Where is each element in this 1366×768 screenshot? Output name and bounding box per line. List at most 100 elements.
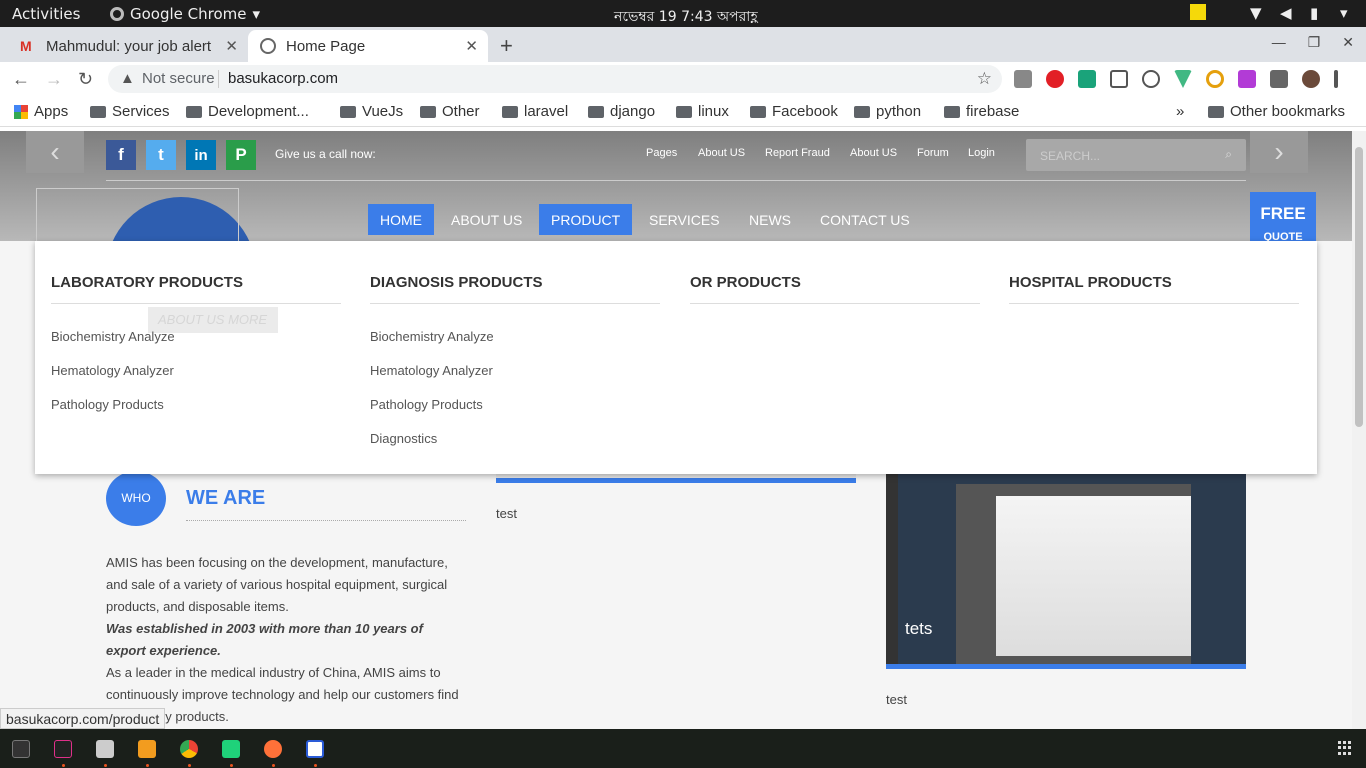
show-apps-icon[interactable]: [1338, 741, 1352, 755]
volume-icon[interactable]: ◀: [1280, 4, 1296, 22]
power-menu-icon[interactable]: ▾: [1340, 4, 1356, 22]
scrollbar-thumb[interactable]: [1355, 147, 1363, 427]
menu-link[interactable]: Pathology Products: [370, 397, 660, 413]
folder-icon: [676, 105, 692, 118]
back-arrow-icon[interactable]: ←: [12, 69, 30, 90]
nav-about-us[interactable]: ABOUT US: [439, 204, 534, 235]
search-icon[interactable]: ⌕: [1225, 147, 1232, 162]
bookmark-folder[interactable]: Development...: [186, 103, 309, 120]
notes-icon[interactable]: [1190, 4, 1206, 20]
sublime-text-icon[interactable]: [138, 740, 156, 758]
close-window-icon[interactable]: ✕: [1342, 34, 1354, 51]
extensions-puzzle-icon[interactable]: [1270, 70, 1288, 88]
pycharm-icon[interactable]: [222, 740, 240, 758]
menu-link[interactable]: Diagnostics: [370, 431, 660, 447]
bookmark-folder[interactable]: python: [854, 103, 921, 120]
security-label[interactable]: Not secure: [142, 70, 215, 87]
tab-title: Home Page: [286, 37, 366, 55]
top-link[interactable]: About US: [698, 147, 745, 159]
terminal-icon[interactable]: [12, 740, 30, 758]
bookmark-folder[interactable]: laravel: [502, 103, 568, 120]
bookmark-folder[interactable]: VueJs: [340, 103, 403, 120]
menu-link[interactable]: Hematology Analyzer: [51, 363, 341, 379]
column-heading[interactable]: LABORATORY PRODUCTS: [51, 274, 341, 304]
nav-home[interactable]: HOME: [368, 204, 434, 235]
twitter-icon[interactable]: t: [146, 140, 176, 170]
site-search-input[interactable]: SEARCH... ⌕: [1026, 139, 1246, 171]
system-tray[interactable]: ▼ ◀ ▮ ▾: [1190, 4, 1356, 22]
warning-icon[interactable]: ▲: [120, 70, 135, 87]
bookmark-folder[interactable]: firebase: [944, 103, 1019, 120]
url-text[interactable]: basukacorp.com: [228, 70, 338, 87]
facebook-icon[interactable]: f: [106, 140, 136, 170]
forward-arrow-icon[interactable]: →: [45, 69, 63, 90]
bookmark-folder[interactable]: Services: [90, 103, 170, 120]
about-paragraph: AMIS has been focusing on the developmen…: [106, 552, 466, 728]
adblock-icon[interactable]: [1046, 70, 1064, 88]
tab-gmail[interactable]: M Mahmudul: your job alert ✕: [8, 30, 248, 62]
colorzilla-icon[interactable]: [1206, 70, 1224, 88]
top-link[interactable]: Forum: [917, 147, 949, 159]
bookmarks-overflow-button[interactable]: »: [1176, 103, 1184, 120]
restore-icon[interactable]: ❐: [1308, 34, 1321, 51]
card-image[interactable]: tets: [886, 474, 1246, 664]
profile-avatar[interactable]: [1302, 70, 1320, 88]
pinterest-icon[interactable]: P: [226, 140, 256, 170]
close-tab-icon[interactable]: ✕: [225, 37, 238, 55]
code-icon[interactable]: [1142, 70, 1160, 88]
gmail-icon: M: [20, 38, 32, 54]
slider-next-arrow[interactable]: ›: [1250, 131, 1308, 173]
menu-link[interactable]: Biochemistry Analyze: [370, 329, 660, 345]
bookmark-folder[interactable]: Facebook: [750, 103, 838, 120]
vue-devtools-icon[interactable]: [1174, 70, 1192, 88]
vertical-scrollbar[interactable]: [1352, 131, 1366, 729]
caret-down-icon: ▾: [252, 5, 261, 23]
new-tab-button[interactable]: +: [500, 33, 513, 59]
reload-icon[interactable]: ↻: [78, 69, 93, 90]
address-bar[interactable]: ▲ Not secure basukacorp.com ☆: [108, 65, 1002, 93]
tab-home-page[interactable]: Home Page ✕: [248, 30, 488, 62]
other-bookmarks[interactable]: Other bookmarks: [1208, 103, 1345, 120]
column-heading[interactable]: HOSPITAL PRODUCTS: [1009, 274, 1299, 304]
text-editor-icon[interactable]: [306, 740, 324, 758]
menu-kebab-icon[interactable]: [1334, 70, 1338, 88]
bookmark-label: python: [876, 103, 922, 120]
camera-icon[interactable]: [1014, 70, 1032, 88]
folder-icon: [186, 105, 202, 118]
column-heading[interactable]: OR PRODUCTS: [690, 274, 980, 304]
menu-link[interactable]: Pathology Products: [51, 397, 341, 413]
menu-link[interactable]: Hematology Analyzer: [370, 363, 660, 379]
bookmark-folder[interactable]: Other: [420, 103, 480, 120]
top-link[interactable]: Pages: [646, 147, 677, 159]
battery-icon[interactable]: ▮: [1310, 4, 1326, 22]
top-link[interactable]: About US: [850, 147, 897, 159]
bookmark-folder[interactable]: linux: [676, 103, 729, 120]
nav-services[interactable]: SERVICES: [637, 204, 732, 235]
slider-prev-arrow[interactable]: ‹: [26, 131, 84, 173]
bookmark-folder[interactable]: django: [588, 103, 655, 120]
files-icon[interactable]: [96, 740, 114, 758]
chrome-icon[interactable]: [180, 740, 198, 758]
firefox-icon[interactable]: [264, 740, 282, 758]
linkedin-icon[interactable]: in: [186, 140, 216, 170]
activities-button[interactable]: Activities: [12, 5, 80, 23]
move-icon[interactable]: [1110, 70, 1128, 88]
column-heading[interactable]: DIAGNOSIS PRODUCTS: [370, 274, 660, 304]
app-menu[interactable]: Google Chrome ▾: [110, 5, 260, 23]
nav-contact-us[interactable]: CONTACT US: [808, 204, 922, 235]
tab-strip: M Mahmudul: your job alert ✕ Home Page ✕: [0, 27, 1366, 62]
bookmark-label: Services: [112, 103, 170, 120]
close-tab-icon[interactable]: ✕: [465, 37, 478, 55]
clock[interactable]: নভেম্বর 19 7:43 অপরাহ্ণ: [614, 5, 758, 29]
bookmark-star-icon[interactable]: ☆: [977, 69, 992, 89]
terminal-alt-icon[interactable]: [54, 740, 72, 758]
minimize-icon[interactable]: —: [1272, 34, 1286, 51]
mail-ext-icon[interactable]: [1078, 70, 1096, 88]
wifi-icon[interactable]: ▼: [1250, 4, 1266, 22]
color-picker-icon[interactable]: [1238, 70, 1256, 88]
nav-news[interactable]: NEWS: [737, 204, 803, 235]
top-link[interactable]: Login: [968, 147, 995, 159]
bookmark-apps[interactable]: Apps: [14, 103, 68, 120]
nav-product[interactable]: PRODUCT: [539, 204, 633, 235]
top-link[interactable]: Report Fraud: [765, 147, 830, 159]
